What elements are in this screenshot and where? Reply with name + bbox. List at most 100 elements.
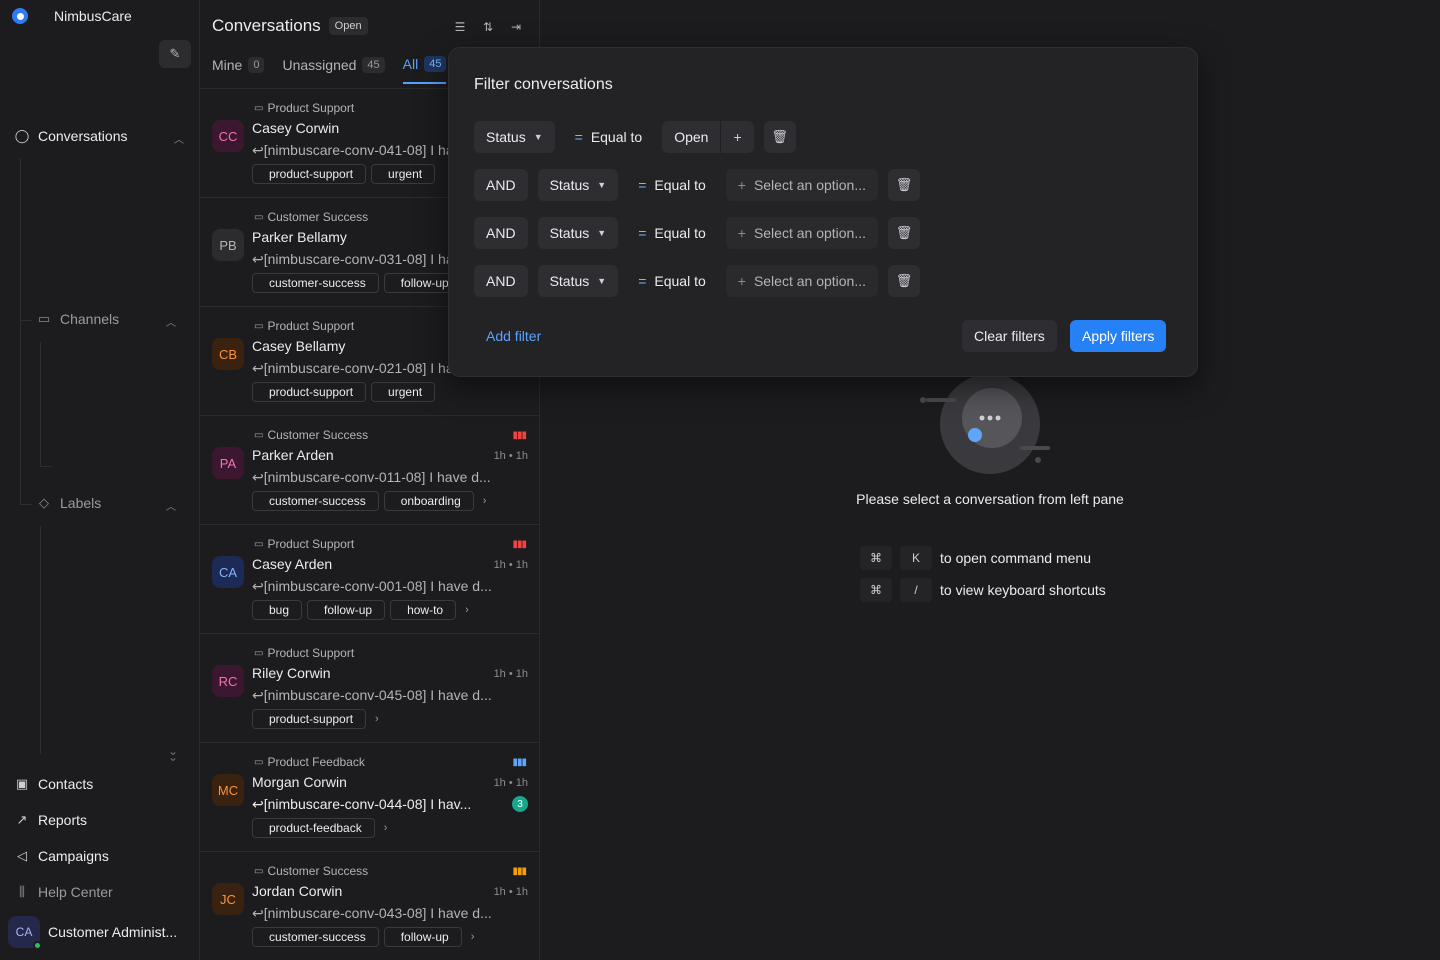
label-list: product-support urgent — [252, 164, 436, 184]
collapse-panel-icon[interactable]: ⇥ — [505, 16, 527, 38]
chevron-right-icon[interactable]: › — [483, 495, 487, 507]
chevron-down-icon: ▼ — [533, 132, 543, 142]
inbox-name: Customer Success — [267, 428, 369, 442]
avatar-initials: RC — [218, 673, 238, 689]
avatar-initials: MC — [217, 782, 239, 798]
message-preview: ↩[nimbuscare-conv-001-08] I have d... — [252, 578, 527, 595]
sidebar-item-help-center[interactable]: ⫼ Help Center — [14, 884, 113, 900]
filter-attribute-select[interactable]: Status ▼ — [474, 121, 555, 153]
sidebar-item-reports[interactable]: ↗ Reports — [14, 812, 87, 828]
filter-connector-select[interactable]: AND — [474, 169, 528, 201]
inbox-icon: ▭ — [254, 865, 264, 877]
filter-attribute-select[interactable]: Status ▼ — [537, 265, 619, 297]
chevron-right-icon[interactable]: › — [465, 604, 469, 616]
reply-icon: ↩ — [252, 905, 264, 921]
tab-mine[interactable]: Mine 0 — [212, 56, 265, 84]
unread-count-badge: 3 — [512, 796, 528, 812]
sidebar-item-campaigns[interactable]: ◁ Campaigns — [14, 848, 109, 864]
conversation-item[interactable]: ▭ Product Support CA Casey Arden ↩[nimbuscar… — [200, 525, 539, 634]
status-badge[interactable]: Open — [328, 17, 368, 35]
contact-name: Casey Arden — [252, 556, 333, 572]
filter-value-select[interactable]: + Select an option... — [725, 265, 879, 297]
sidebar-item-contacts[interactable]: ▣ Contacts — [14, 776, 93, 792]
shortcut-label: to open command menu — [940, 550, 1091, 566]
sort-icon[interactable]: ⇅ — [477, 16, 499, 38]
brand: NimbusCare — [12, 8, 132, 24]
empty-state-message: Please select a conversation from left p… — [856, 491, 1124, 507]
avatar-initials: CC — [218, 128, 238, 144]
preview-text: [nimbuscare-conv-043-08] I have d... — [263, 905, 492, 921]
chevron-up-icon[interactable]: ︿ — [174, 131, 184, 146]
filter-icon[interactable]: ☰ — [449, 16, 471, 38]
key-slash: / — [900, 578, 932, 602]
filter-value-select[interactable]: Open + — [662, 121, 754, 153]
inbox-name: Customer Success — [267, 864, 369, 878]
inbox-label: ▭ Customer Success — [254, 210, 368, 224]
empty-state — [800, 374, 1180, 486]
sidebar-item-conversations[interactable]: ◯ Conversations — [14, 128, 128, 144]
connector-label: AND — [486, 177, 516, 193]
avatar: PA — [212, 447, 244, 479]
conversation-item[interactable]: ▭ Customer Success JC Jordan Corwin ↩[nimbus… — [200, 852, 539, 960]
tab-unassigned[interactable]: Unassigned 45 — [282, 56, 385, 84]
trash-icon[interactable]: 🗑 — [888, 217, 921, 249]
filter-attribute-select[interactable]: Status ▼ — [537, 169, 619, 201]
label-tag: product-support — [252, 382, 367, 402]
conversation-item[interactable]: ▭ Product Feedback MC Morgan Corwin ↩[nimbus… — [200, 743, 539, 852]
filter-connector-select[interactable]: AND — [474, 217, 528, 249]
sidebar-item-labels[interactable]: ◇ Labels — [36, 495, 101, 511]
attribute-label: Status — [549, 273, 590, 289]
plus-icon[interactable]: + — [720, 121, 753, 153]
profile[interactable]: CA Customer Administ... — [8, 916, 177, 950]
label-tag: bug — [252, 600, 303, 620]
avatar: CA — [212, 556, 244, 588]
operator-label: Equal to — [654, 225, 706, 241]
chevron-up-icon[interactable]: ︿ — [166, 498, 176, 513]
chevron-right-icon[interactable]: › — [375, 713, 379, 725]
chevron-right-icon[interactable]: › — [471, 931, 475, 943]
filter-operator-select[interactable]: = Equal to — [628, 217, 716, 249]
equals-icon: = — [574, 129, 583, 145]
filter-operator-select[interactable]: = Equal to — [628, 169, 716, 201]
conversation-item[interactable]: ▭ Product Support RC Riley Corwin ↩[nimbusca… — [200, 634, 539, 743]
tabs: Mine 0 Unassigned 45 All 45 — [212, 56, 447, 84]
priority-icon: ▮▮▮ — [512, 757, 526, 768]
chevron-down-icon: ▼ — [597, 276, 607, 286]
trash-icon[interactable]: 🗑 — [763, 121, 796, 153]
label-tag: customer-success — [252, 927, 379, 947]
tab-all[interactable]: All 45 — [402, 56, 447, 84]
reply-icon: ↩ — [252, 469, 264, 485]
trash-icon[interactable]: 🗑 — [888, 265, 921, 297]
filter-value-select[interactable]: + Select an option... — [725, 169, 879, 201]
filter-attribute-select[interactable]: Status ▼ — [537, 217, 619, 249]
chevron-up-icon[interactable]: ︿ — [166, 314, 176, 329]
timestamp: 1h • 1h — [493, 559, 528, 571]
label-tag: onboarding — [383, 491, 474, 511]
chevron-right-icon[interactable]: › — [384, 822, 388, 834]
clear-filters-button[interactable]: Clear filters — [962, 320, 1057, 352]
chevrons-down-icon[interactable]: ⌄ ⌄ — [168, 745, 178, 763]
tree-line — [40, 342, 41, 466]
trash-icon[interactable]: 🗑 — [888, 169, 921, 201]
label-list: customer-success follow-up › — [252, 927, 474, 947]
avatar: PB — [212, 229, 244, 261]
priority-icon: ▮▮▮ — [512, 539, 526, 550]
label-tag: follow-up — [383, 927, 462, 947]
sidebar-item-channels[interactable]: ▭ Channels — [36, 311, 119, 327]
timestamp: 1h • 1h — [493, 777, 528, 789]
preview-text: [nimbuscare-conv-044-08] I hav... — [263, 796, 472, 812]
avatar-initials: CB — [218, 346, 238, 362]
filter-connector-select[interactable]: AND — [474, 265, 528, 297]
conversation-item[interactable]: ▭ Customer Success PA Parker Arden ↩[nimbusc… — [200, 416, 539, 525]
compose-button[interactable]: ✎ — [159, 40, 191, 68]
filter-popover: Filter conversations Status ▼ = Equal to… — [448, 47, 1198, 377]
chevron-down-icon: ▼ — [597, 180, 607, 190]
add-filter-button[interactable]: Add filter — [486, 328, 541, 344]
filter-operator-select[interactable]: = Equal to — [565, 121, 653, 153]
pencil-icon: ✎ — [169, 46, 181, 61]
filter-operator-select[interactable]: = Equal to — [628, 265, 716, 297]
inbox-icon: ▭ — [37, 311, 51, 326]
contact-name: Riley Corwin — [252, 665, 331, 681]
apply-filters-button[interactable]: Apply filters — [1070, 320, 1167, 352]
filter-value-select[interactable]: + Select an option... — [725, 217, 879, 249]
